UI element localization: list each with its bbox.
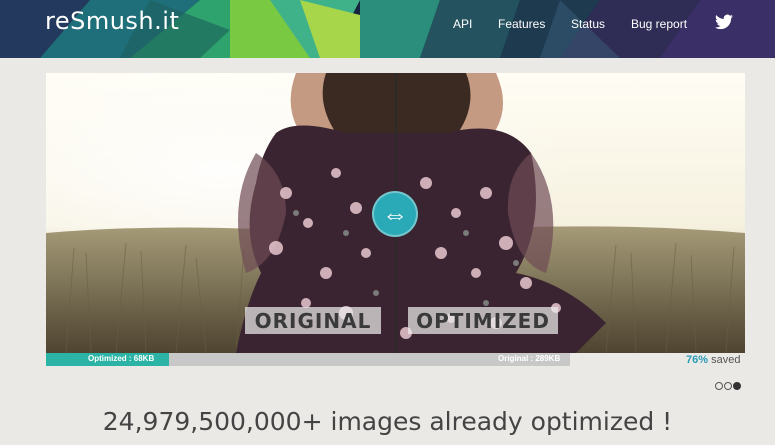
carousel-dot[interactable] xyxy=(715,382,723,390)
site-logo[interactable]: reSmush.it xyxy=(45,7,179,35)
optimized-tag: OPTIMIZED xyxy=(408,307,558,334)
carousel-dot[interactable] xyxy=(724,382,732,390)
saved-percent: 76% xyxy=(686,354,709,366)
site-header: reSmush.it API Features Status Bug repor… xyxy=(0,0,775,58)
twitter-icon[interactable] xyxy=(715,14,733,30)
original-size-label: Original : 289KB xyxy=(498,354,561,363)
carousel-dot[interactable] xyxy=(733,382,741,390)
before-after-comparison[interactable]: ⇔ ORIGINAL OPTIMIZED xyxy=(46,73,745,353)
size-comparison-bar: Optimized : 68KB Original : 289KB xyxy=(46,353,570,366)
optimized-size-label: Optimized : 68KB xyxy=(88,354,155,363)
slider-handle[interactable]: ⇔ xyxy=(372,191,418,237)
original-tag: ORIGINAL xyxy=(245,307,381,334)
nav-api[interactable]: API xyxy=(453,17,472,31)
saved-indicator: 76% saved xyxy=(686,354,740,366)
optimized-count-headline: 24,979,500,000+ images already optimized… xyxy=(0,407,775,436)
nav-status[interactable]: Status xyxy=(571,17,605,31)
saved-label: saved xyxy=(711,354,741,366)
nav-bug-report[interactable]: Bug report xyxy=(631,17,687,31)
optimized-count: 24,979,500,000+ xyxy=(102,407,323,436)
nav-features[interactable]: Features xyxy=(498,17,545,31)
optimized-count-text: images already optimized ! xyxy=(330,407,673,436)
